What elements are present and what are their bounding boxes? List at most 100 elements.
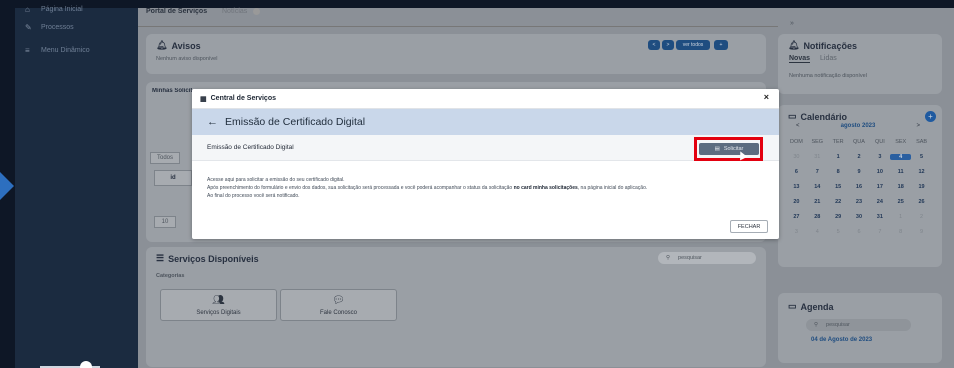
tab-portal-servicos[interactable]: Portal de Serviços xyxy=(146,8,207,15)
tab-noticias[interactable]: Notícias xyxy=(222,8,247,15)
calendar-day[interactable]: 8 xyxy=(890,229,911,235)
calendar-day[interactable]: 11 xyxy=(890,169,911,175)
calendar-day[interactable]: 7 xyxy=(807,169,828,175)
modal-header: ▦ Central de Serviços xyxy=(192,89,779,109)
calendar-day[interactable]: 16 xyxy=(849,184,870,190)
sidebar-item-home[interactable]: ⌂ Página Inicial xyxy=(25,2,83,16)
category-servicos-digitais[interactable]: 👥︎ Serviços Digitais xyxy=(160,289,277,321)
calendar-day[interactable]: 3 xyxy=(786,229,807,235)
bell-outline-icon: 🔔︎ xyxy=(788,40,800,50)
calendar-icon: ▭ xyxy=(788,301,797,311)
calendar-day[interactable]: 23 xyxy=(849,199,870,205)
calendar-dow: QUA xyxy=(853,139,865,145)
notificacoes-tabs: Novas Lidas xyxy=(789,55,837,63)
close-icon[interactable]: × xyxy=(764,92,769,102)
bell-icon: 🔔︎ xyxy=(156,40,168,50)
chat-icon: 💬︎ xyxy=(332,294,345,306)
tab-lidas[interactable]: Lidas xyxy=(820,55,837,63)
calendar-day[interactable]: 14 xyxy=(807,184,828,190)
calendar-dow: SEG xyxy=(811,139,824,145)
calendar-dow: SEX xyxy=(895,139,907,145)
calendar-day[interactable]: 26 xyxy=(911,199,932,205)
collapse-panel-button[interactable]: » xyxy=(790,20,794,27)
filter-todos[interactable]: Todos xyxy=(150,152,181,164)
calendar-day[interactable]: 5 xyxy=(828,229,849,235)
avisos-add-button[interactable]: + xyxy=(714,40,728,50)
calendar-day[interactable]: 12 xyxy=(911,169,932,175)
calendar-day[interactable]: 30 xyxy=(786,154,807,160)
fechar-button[interactable]: FECHAR xyxy=(730,220,768,233)
avisos-next-button[interactable]: > xyxy=(662,40,674,50)
notificacoes-card: 🔔︎ Notificações Novas Lidas Nenhuma noti… xyxy=(778,34,942,94)
calendar-day[interactable]: 13 xyxy=(786,184,807,190)
calendar-day[interactable]: 22 xyxy=(828,199,849,205)
calendar-prev-button[interactable]: < xyxy=(796,123,800,129)
back-arrow-icon[interactable]: ← xyxy=(207,116,218,128)
service-row-label: Emissão de Certificado Digital xyxy=(207,144,294,151)
calendar-day[interactable]: 17 xyxy=(869,184,890,190)
left-edge-arrow-icon xyxy=(0,172,14,200)
category-fale-conosco[interactable]: 💬︎ Fale Conosco xyxy=(280,289,397,321)
calendario-title: ▭ Calendário xyxy=(788,111,848,122)
servicos-search-input[interactable]: ⚲ pesquisar xyxy=(658,252,756,264)
agenda-date: 04 de Agosto de 2023 xyxy=(811,337,873,343)
calendar-day[interactable]: 4 xyxy=(807,229,828,235)
calendar-day[interactable]: 1 xyxy=(828,154,849,160)
calendar-day[interactable]: 21 xyxy=(807,199,828,205)
notificacoes-empty-text: Nenhuma notificação disponível xyxy=(789,73,867,79)
calendar-day[interactable]: 28 xyxy=(807,214,828,220)
sidebar-item-processos[interactable]: ✎ Processos xyxy=(25,20,74,34)
calendar-day[interactable]: 9 xyxy=(911,229,932,235)
calendar-day[interactable]: 27 xyxy=(786,214,807,220)
calendar-day[interactable]: 30 xyxy=(849,214,870,220)
agenda-card: ▭ Agenda ⚲ pesquisar 04 de Agosto de 202… xyxy=(778,293,942,363)
calendar-day[interactable]: 7 xyxy=(869,229,890,235)
avisos-ver-todos-button[interactable]: ver todos xyxy=(676,40,710,50)
agenda-search-input[interactable]: ⚲ pesquisar xyxy=(806,319,911,331)
calendar-day[interactable]: 9 xyxy=(849,169,870,175)
column-id: id xyxy=(154,170,192,186)
modal-subtitle: Emissão de Certificado Digital xyxy=(225,116,366,128)
calendar-day[interactable]: 31 xyxy=(807,154,828,160)
avisos-title: 🔔︎ Avisos xyxy=(156,40,201,51)
menu-icon: ≡ xyxy=(25,45,30,55)
calendar-day[interactable]: 1 xyxy=(890,214,911,220)
calendar-dow: QUI xyxy=(874,139,885,145)
calendar-day[interactable]: 29 xyxy=(828,214,849,220)
calendar-next-button[interactable]: > xyxy=(916,123,920,129)
categorias-label: Categorias xyxy=(156,273,185,279)
highlight-annotation xyxy=(694,137,763,161)
calendar-day[interactable]: 2 xyxy=(849,154,870,160)
calendar-day[interactable]: 19 xyxy=(911,184,932,190)
calendar-day[interactable]: 20 xyxy=(786,199,807,205)
calendar-day[interactable]: 4 xyxy=(890,154,912,160)
avisos-prev-button[interactable]: < xyxy=(648,40,660,50)
calendario-add-button[interactable]: + xyxy=(925,111,936,122)
search-icon: ⚲ xyxy=(666,255,671,261)
calendar-day[interactable]: 5 xyxy=(911,154,932,160)
app-frame: ⌂ Página Inicial ✎ Processos ≡ Menu Dinâ… xyxy=(0,0,954,368)
minhas-title: Minhas Solicitações xyxy=(152,88,192,94)
calendar-day[interactable]: 24 xyxy=(869,199,890,205)
sidebar-item-label: Processos xyxy=(41,23,74,31)
progress-handle[interactable] xyxy=(80,361,92,368)
calendario-nav: < agosto 2023 > xyxy=(778,123,938,129)
sidebar-item-menu-dinamico[interactable]: ≡ Menu Dinâmico xyxy=(25,43,90,57)
calendar-day[interactable]: 25 xyxy=(890,199,911,205)
calendar-day[interactable]: 6 xyxy=(849,229,870,235)
calendar-day[interactable]: 8 xyxy=(828,169,849,175)
servicos-card: ☰ Serviços Disponíveis ⚲ pesquisar Categ… xyxy=(146,247,766,367)
calendar-day[interactable]: 6 xyxy=(786,169,807,175)
processes-icon: ✎ xyxy=(25,22,32,32)
calendar-day[interactable]: 18 xyxy=(890,184,911,190)
agenda-title: ▭ Agenda xyxy=(788,301,834,312)
calendar-day[interactable]: 10 xyxy=(869,169,890,175)
calendar-day[interactable]: 3 xyxy=(869,154,890,160)
calendar-dow: TER xyxy=(832,139,844,145)
page-size-select[interactable]: 10 xyxy=(154,216,176,228)
tab-novas[interactable]: Novas xyxy=(789,55,811,63)
calendar-day[interactable]: 31 xyxy=(869,214,890,220)
calendar-day[interactable]: 2 xyxy=(911,214,932,220)
calendar-day[interactable]: 15 xyxy=(828,184,849,190)
notification-dot-icon xyxy=(253,8,260,15)
